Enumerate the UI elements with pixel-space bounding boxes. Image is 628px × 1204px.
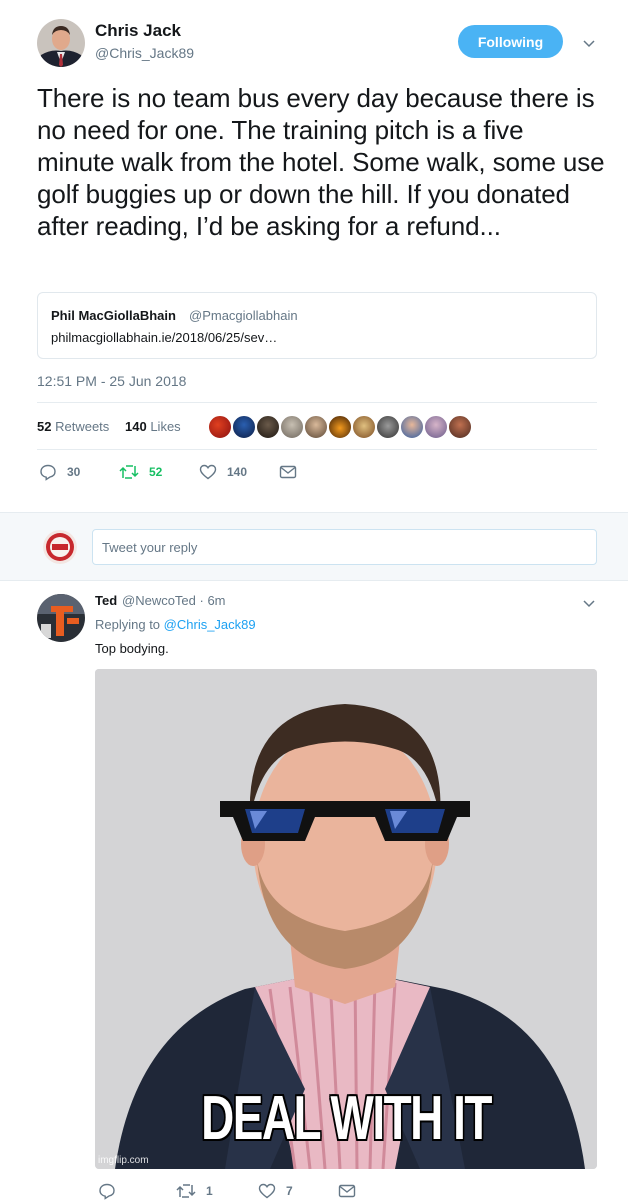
liker-avatar[interactable] <box>423 414 449 440</box>
quote-author-handle: @Pmacgiollabhain <box>189 308 298 323</box>
retweet-count: 1 <box>206 1184 213 1198</box>
envelope-icon <box>338 1184 356 1198</box>
direct-message-action[interactable] <box>338 1182 366 1200</box>
quote-link-text: philmacgiollabhain.ie/2018/06/25/sev… <box>51 330 278 345</box>
reply-author-avatar[interactable] <box>37 594 85 642</box>
author-handle[interactable]: @Chris_Jack89 <box>95 45 194 61</box>
liker-avatar[interactable] <box>279 414 305 440</box>
main-tweet: Chris Jack @Chris_Jack89 Following There… <box>0 0 628 512</box>
like-count: 140 <box>227 465 248 479</box>
likes-label: Likes <box>150 419 181 434</box>
liker-avatar[interactable] <box>327 414 353 440</box>
replying-to-handle[interactable]: @Chris_Jack89 <box>164 617 256 632</box>
reply-icon <box>99 1183 115 1200</box>
reply-author-handle[interactable]: @NewcoTed · 6m <box>122 593 226 608</box>
reply-text: Top bodying. <box>95 641 169 656</box>
liker-avatar[interactable] <box>351 414 377 440</box>
heart-icon <box>258 1183 276 1199</box>
retweets-count: 52 <box>37 419 52 434</box>
reply-icon <box>40 464 56 481</box>
quote-author-name: Phil MacGiollaBhain <box>51 308 176 323</box>
likes-stat[interactable]: 140 Likes <box>125 419 181 434</box>
meme-image[interactable]: DEAL WITH IT imgflip.com <box>95 669 597 1169</box>
retweet-action[interactable]: 52 <box>119 463 162 481</box>
like-action[interactable]: 140 <box>199 463 247 481</box>
following-button[interactable]: Following <box>458 25 563 58</box>
chevron-down-icon[interactable] <box>583 597 595 609</box>
reply-count: 30 <box>67 465 81 479</box>
reply-action[interactable]: 30 <box>39 463 80 481</box>
reply-tweet: Ted @NewcoTed · 6m Replying to @Chris_Ja… <box>0 582 628 1204</box>
meme-watermark: imgflip.com <box>98 1155 149 1166</box>
direct-message-action[interactable] <box>279 463 307 481</box>
retweet-icon <box>119 465 139 479</box>
envelope-icon <box>279 465 297 479</box>
like-count: 7 <box>286 1184 293 1198</box>
reply-action[interactable] <box>98 1182 126 1200</box>
author-avatar[interactable] <box>37 19 85 67</box>
reply-author-name[interactable]: Ted <box>95 593 117 608</box>
meme-caption: DEAL WITH IT <box>200 1083 493 1154</box>
liker-avatar[interactable] <box>207 414 233 440</box>
user-avatar[interactable] <box>43 530 77 564</box>
liker-avatar[interactable] <box>399 414 425 440</box>
liker-avatar[interactable] <box>231 414 257 440</box>
tweet-stats: 52 Retweets 140 Likes <box>37 402 597 450</box>
retweets-label: Retweets <box>55 419 110 434</box>
liker-avatar[interactable] <box>303 414 329 440</box>
reply-tweet-actions: 1 7 <box>98 1182 398 1202</box>
liker-avatar[interactable] <box>255 414 281 440</box>
retweets-stat[interactable]: 52 Retweets <box>37 419 109 434</box>
author-name[interactable]: Chris Jack <box>95 21 181 41</box>
tweet-timestamp[interactable]: 12:51 PM - 25 Jun 2018 <box>37 373 186 389</box>
reply-composer: Tweet your reply <box>0 512 628 581</box>
liker-avatar[interactable] <box>375 414 401 440</box>
chevron-down-icon[interactable] <box>583 37 595 49</box>
retweet-icon <box>176 1184 196 1198</box>
replying-to-label: Replying to <box>95 617 161 632</box>
heart-icon <box>199 464 217 480</box>
replying-to: Replying to @Chris_Jack89 <box>95 617 256 632</box>
reply-input[interactable]: Tweet your reply <box>92 529 597 565</box>
likes-count: 140 <box>125 419 147 434</box>
tweet-actions: 30 52 140 <box>39 463 339 483</box>
quoted-tweet-card[interactable]: Phil MacGiollaBhain @Pmacgiollabhain phi… <box>37 292 597 359</box>
retweet-action[interactable]: 1 <box>176 1182 213 1200</box>
retweet-count: 52 <box>149 465 163 479</box>
like-action[interactable]: 7 <box>258 1182 293 1200</box>
tweet-text: There is no team bus every day because t… <box>37 83 605 241</box>
liker-avatar[interactable] <box>447 414 473 440</box>
